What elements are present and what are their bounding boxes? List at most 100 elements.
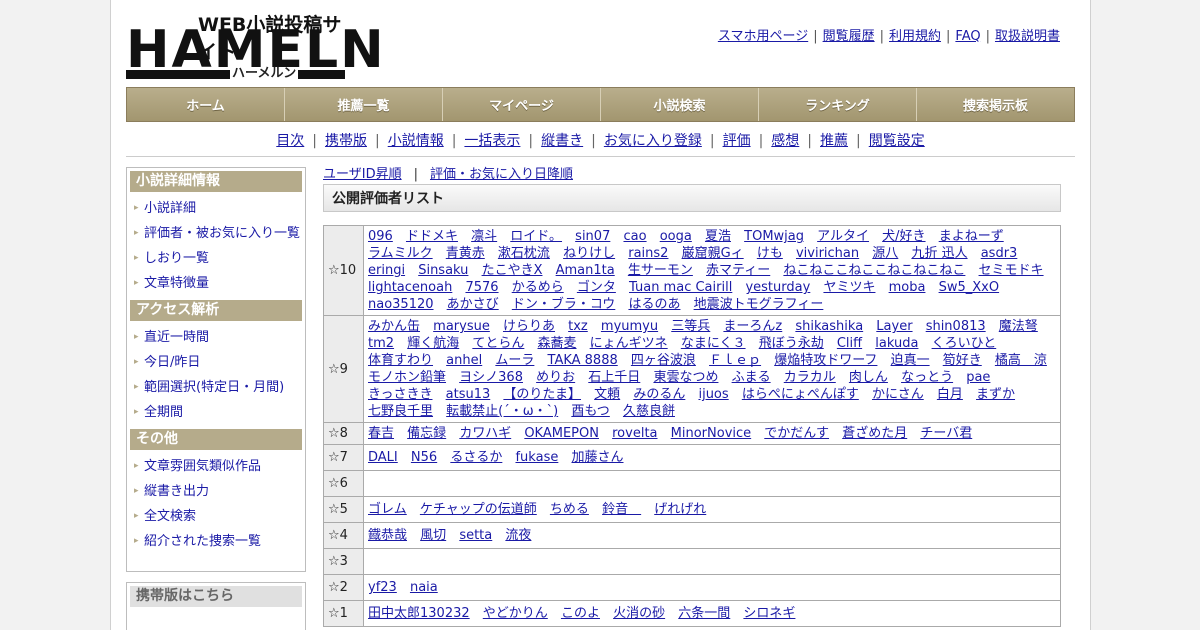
- rater-link[interactable]: ドドメキ: [406, 229, 458, 244]
- subnav-link[interactable]: 閲覧設定: [869, 133, 925, 149]
- rater-link[interactable]: やどかりん: [483, 606, 548, 621]
- rater-link[interactable]: カラカル: [784, 370, 836, 385]
- rater-link[interactable]: 流夜: [505, 528, 531, 543]
- sidebar-item[interactable]: ▸ 小説詳細: [130, 196, 302, 221]
- rater-link[interactable]: 鐡恭哉: [368, 528, 407, 543]
- rater-link[interactable]: 久慈良餅: [623, 404, 675, 419]
- rater-link[interactable]: 石上千日: [588, 370, 640, 385]
- rater-link[interactable]: 青黄赤: [446, 246, 485, 261]
- sidebar-item[interactable]: ▸ 全文検索: [130, 504, 302, 529]
- subnav-link[interactable]: 小説情報: [388, 133, 444, 149]
- rater-link[interactable]: ちめる: [550, 502, 589, 517]
- rater-link[interactable]: ねこねここねここねこねこねこ: [783, 263, 965, 278]
- rater-link[interactable]: にょんギツネ: [590, 336, 668, 351]
- sidebar-item[interactable]: ▸ 評価者・被お気に入り一覧: [130, 221, 302, 246]
- subnav-link[interactable]: お気に入り登録: [604, 133, 702, 149]
- rater-link[interactable]: けも: [757, 246, 783, 261]
- sidebar-item[interactable]: ▸ 全期間: [130, 400, 302, 425]
- sidebar-item[interactable]: ▸ 直近一時間: [130, 325, 302, 350]
- nav-item[interactable]: 小説検索: [601, 88, 759, 121]
- rater-link[interactable]: でかだんす: [764, 426, 829, 441]
- header-link[interactable]: 利用規約: [889, 29, 941, 44]
- rater-link[interactable]: 備忘録: [407, 426, 446, 441]
- rater-link[interactable]: rains2: [628, 246, 668, 261]
- rater-link[interactable]: cao: [623, 229, 646, 244]
- rater-link[interactable]: 蒼ざめた月: [842, 426, 907, 441]
- subnav-link[interactable]: 評価: [723, 133, 751, 149]
- sidebar-item[interactable]: ▸ 文章雰囲気類似作品: [130, 454, 302, 479]
- subnav-link[interactable]: 縦書き: [541, 133, 583, 149]
- rater-link[interactable]: ケチャップの伝道師: [420, 502, 537, 517]
- header-link[interactable]: 取扱説明書: [995, 29, 1060, 44]
- rater-link[interactable]: 飛ぼう永劫: [759, 336, 824, 351]
- rater-link[interactable]: きっさきき: [368, 387, 432, 402]
- rater-link[interactable]: marysue: [433, 319, 490, 334]
- subnav-link[interactable]: 感想: [771, 133, 799, 149]
- sidebar-item-link[interactable]: 今日/昨日: [144, 355, 200, 370]
- rater-link[interactable]: 転載禁止(´・ω・`): [446, 404, 558, 419]
- nav-item[interactable]: 捜索掲示板: [917, 88, 1074, 121]
- rater-link[interactable]: 生サーモン: [628, 263, 693, 278]
- rater-link[interactable]: asdr3: [981, 246, 1018, 261]
- rater-link[interactable]: 火消の砂: [613, 606, 665, 621]
- rater-link[interactable]: 【のりたま】: [503, 387, 581, 402]
- rater-link[interactable]: ねりけし: [563, 246, 615, 261]
- rater-link[interactable]: ドン・ブラ・コウ: [512, 297, 615, 312]
- nav-item[interactable]: マイページ: [443, 88, 601, 121]
- rater-link[interactable]: めりお: [536, 370, 575, 385]
- rater-link[interactable]: まよねーず: [939, 229, 1004, 244]
- nav-item[interactable]: ホーム: [127, 88, 285, 121]
- rater-link[interactable]: 森蕎麦: [538, 336, 577, 351]
- rater-link[interactable]: 巌窟親Gィ: [682, 246, 744, 261]
- rater-link[interactable]: みかん缶: [368, 319, 420, 334]
- rater-link[interactable]: Cliff: [837, 336, 862, 351]
- rater-link[interactable]: 体育すわり: [368, 353, 433, 368]
- rater-link[interactable]: なっとう: [901, 370, 953, 385]
- rater-link[interactable]: みのるん: [633, 387, 685, 402]
- rater-link[interactable]: 三等兵: [671, 319, 710, 334]
- rater-link[interactable]: 九折 迅人: [911, 246, 967, 261]
- rater-link[interactable]: OKAMEPON: [524, 426, 599, 441]
- sidebar-item-link[interactable]: 小説詳細: [144, 201, 196, 216]
- subnav-link[interactable]: 携帯版: [325, 133, 367, 149]
- rater-link[interactable]: 迫真一: [891, 353, 930, 368]
- sidebar-item-link[interactable]: 評価者・被お気に入り一覧: [144, 226, 300, 241]
- rater-link[interactable]: lightacenoah: [368, 280, 452, 295]
- rater-link[interactable]: はらぺにょぺんぽす: [742, 387, 859, 402]
- rater-link[interactable]: 文頼: [594, 387, 620, 402]
- rater-link[interactable]: 赤マティー: [706, 263, 770, 278]
- rater-link[interactable]: 風切: [420, 528, 446, 543]
- rater-link[interactable]: Layer: [876, 319, 912, 334]
- rater-link[interactable]: myumyu: [601, 319, 658, 334]
- rater-link[interactable]: 七野良千里: [368, 404, 433, 419]
- rater-link[interactable]: かるめら: [512, 280, 564, 295]
- nav-item[interactable]: 推薦一覧: [285, 88, 443, 121]
- rater-link[interactable]: 源八: [872, 246, 898, 261]
- rater-link[interactable]: pae: [966, 370, 990, 385]
- rater-link[interactable]: 凛斗: [471, 229, 497, 244]
- rater-link[interactable]: かにさん: [872, 387, 924, 402]
- rater-link[interactable]: TOMwjag: [744, 229, 804, 244]
- sidebar-item[interactable]: ▸ 文章特徴量: [130, 271, 302, 296]
- rater-link[interactable]: N56: [411, 450, 437, 465]
- sidebar-item-link[interactable]: 全期間: [144, 405, 183, 420]
- rater-link[interactable]: ふまる: [732, 370, 771, 385]
- rater-link[interactable]: チーバ君: [920, 426, 972, 441]
- rater-link[interactable]: 田中太郎130232: [368, 606, 470, 621]
- rater-link[interactable]: rovelta: [612, 426, 657, 441]
- sidebar-item[interactable]: ▸ 紹介された捜索一覧: [130, 529, 302, 554]
- rater-link[interactable]: ヤミツキ: [823, 280, 875, 295]
- rater-link[interactable]: nao35120: [368, 297, 434, 312]
- rater-link[interactable]: 096: [368, 229, 393, 244]
- subnav-link[interactable]: 推薦: [820, 133, 848, 149]
- rater-link[interactable]: 酉もつ: [571, 404, 609, 419]
- rater-link[interactable]: てとらん: [472, 336, 524, 351]
- rater-link[interactable]: 白月: [937, 387, 963, 402]
- rater-link[interactable]: DALI: [368, 450, 398, 465]
- rater-link[interactable]: txz: [568, 319, 588, 334]
- rater-link[interactable]: アルタイ: [817, 229, 869, 244]
- rater-link[interactable]: setta: [459, 528, 492, 543]
- sidebar-item[interactable]: ▸ しおり一覧: [130, 246, 302, 271]
- sidebar-item-link[interactable]: 紹介された捜索一覧: [144, 534, 261, 549]
- rater-link[interactable]: ゴンタ: [577, 280, 616, 295]
